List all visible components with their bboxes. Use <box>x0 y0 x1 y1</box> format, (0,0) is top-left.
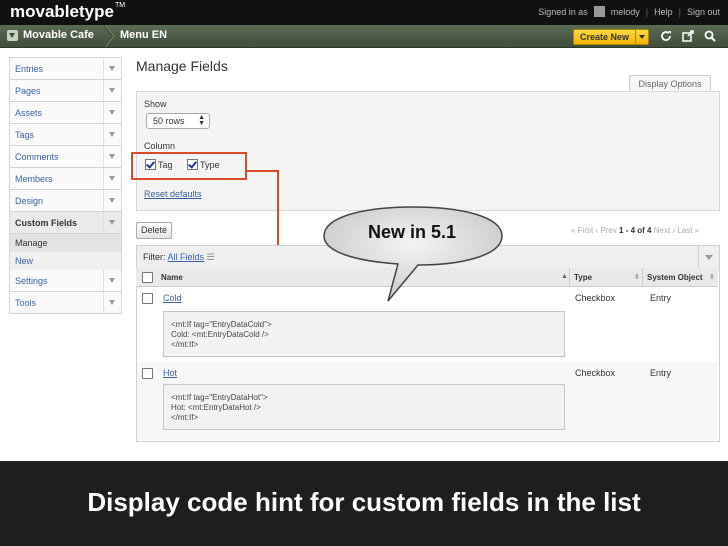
column-label: Column <box>144 141 176 151</box>
column-divider <box>642 268 643 286</box>
next-page-link[interactable]: Next › <box>654 226 675 235</box>
create-new-label: Create New <box>580 32 630 42</box>
code-line: </mt:If> <box>171 340 199 349</box>
column-header-system-object[interactable]: System Object <box>647 273 703 282</box>
code-hint: <mt:If tag="EntryDataHot"> Hot: <mt:Entr… <box>163 384 565 430</box>
chevron-down-icon[interactable] <box>103 102 121 123</box>
callout-bubble <box>323 206 503 302</box>
show-label: Show <box>144 99 167 109</box>
chevron-down-icon[interactable] <box>103 124 121 145</box>
signed-in-label: Signed in as <box>538 6 588 17</box>
sidebar-subitem-new[interactable]: New <box>9 252 122 270</box>
field-type: Checkbox <box>575 293 616 303</box>
chevron-down-icon[interactable] <box>103 270 121 291</box>
field-system-object: Entry <box>650 368 672 378</box>
chevron-down-icon <box>7 29 18 41</box>
search-icon[interactable] <box>704 30 716 42</box>
sort-icon[interactable]: ⬍ <box>634 273 640 281</box>
rows-select[interactable]: 50 rows ▲ ▼ <box>146 113 210 129</box>
annotation-line <box>247 170 279 172</box>
highlight-box <box>131 152 247 180</box>
sidebar-item-design[interactable]: Design <box>9 190 122 212</box>
column-header-name[interactable]: Name <box>161 273 183 282</box>
column-header-type[interactable]: Type <box>574 273 592 282</box>
filter-link[interactable]: All Fields <box>168 252 205 262</box>
sidebar-item-pages[interactable]: Pages <box>9 80 122 102</box>
prev-page-link[interactable]: ‹ Prev <box>595 226 616 235</box>
nav-bar: Movable Cafe Menu EN Create New <box>0 25 728 48</box>
sort-icon[interactable]: ⬍ <box>709 273 715 281</box>
field-type: Checkbox <box>575 368 616 378</box>
movabletype-logo[interactable]: movabletypeTM <box>10 2 125 22</box>
last-page-link[interactable]: Last » <box>677 226 699 235</box>
list-icon: ☰ <box>206 252 215 262</box>
sidebar-item-comments[interactable]: Comments <box>9 146 122 168</box>
updown-icon: ▲ ▼ <box>198 114 205 127</box>
callout-text: New in 5.1 <box>367 222 457 242</box>
first-page-link[interactable]: « First <box>571 226 593 235</box>
display-options-panel <box>136 91 720 211</box>
chevron-down-icon[interactable] <box>103 292 121 313</box>
view-site-icon[interactable] <box>682 30 694 42</box>
chevron-down-icon[interactable] <box>103 58 121 79</box>
divider: | <box>678 6 681 17</box>
refresh-icon[interactable] <box>660 30 672 42</box>
code-line: </mt:If> <box>171 413 199 422</box>
chevron-down-icon[interactable] <box>103 212 121 233</box>
sidebar-item-members[interactable]: Members <box>9 168 122 190</box>
filter-prefix: Filter: <box>143 252 166 262</box>
filter-label: Filter: All Fields ☰ <box>143 252 215 263</box>
blog-selector[interactable]: Movable Cafe <box>7 29 94 41</box>
sidebar-item-tags[interactable]: Tags <box>9 124 122 146</box>
row-checkbox[interactable] <box>142 368 153 379</box>
chevron-down-icon[interactable] <box>103 168 121 189</box>
chevron-down-icon[interactable] <box>698 246 719 268</box>
sidebar-item-settings[interactable]: Settings <box>9 270 122 292</box>
sidebar-item-entries[interactable]: Entries <box>9 57 122 80</box>
reset-defaults-link[interactable]: Reset defaults <box>144 189 202 199</box>
breadcrumb-separator-icon <box>103 25 115 47</box>
code-hint: <mt:If tag="EntryDataCold"> Cold: <mt:En… <box>163 311 565 357</box>
sort-asc-icon[interactable]: ▲ <box>561 273 568 280</box>
top-bar: movabletypeTM Signed in as melody | Help… <box>0 0 728 25</box>
sidebar-item-custom-fields[interactable]: Custom Fields <box>9 212 122 234</box>
field-name-link[interactable]: Cold <box>163 293 182 303</box>
code-line: <mt:If tag="EntryDataCold"> <box>171 320 272 329</box>
chevron-down-icon[interactable] <box>635 30 648 44</box>
chevron-down-icon[interactable] <box>103 80 121 101</box>
code-line: Hot: <mt:EntryDataHot /> <box>171 403 261 412</box>
pagination: « First ‹ Prev 1 - 4 of 4 Next › Last » <box>571 226 699 235</box>
sidebar-subitem-manage[interactable]: Manage <box>9 234 122 252</box>
select-all-checkbox[interactable] <box>142 272 153 283</box>
chevron-down-icon[interactable] <box>103 146 121 167</box>
sidebar: Entries Pages Assets Tags Comments Membe… <box>9 57 122 314</box>
nav-icons <box>660 30 716 42</box>
help-link[interactable]: Help <box>654 7 673 17</box>
field-name-link[interactable]: Hot <box>163 368 177 378</box>
divider: | <box>645 6 649 17</box>
create-new-button[interactable]: Create New <box>573 29 650 45</box>
column-divider <box>569 268 570 286</box>
user-links: Signed in as melody | Help | Sign out <box>538 6 720 17</box>
menu-breadcrumb[interactable]: Menu EN <box>120 29 167 41</box>
field-system-object: Entry <box>650 293 672 303</box>
row-checkbox[interactable] <box>142 293 153 304</box>
username-link[interactable]: melody <box>611 7 640 17</box>
code-line: Cold: <mt:EntryDataCold /> <box>171 330 269 339</box>
code-line: <mt:If tag="EntryDataHot"> <box>171 393 268 402</box>
sign-out-link[interactable]: Sign out <box>687 7 720 17</box>
caption-text: Display code hint for custom fields in t… <box>87 487 641 517</box>
rows-select-value: 50 rows <box>153 116 185 126</box>
chevron-down-icon[interactable] <box>103 190 121 211</box>
sidebar-item-assets[interactable]: Assets <box>9 102 122 124</box>
delete-button[interactable]: Delete <box>136 222 172 239</box>
page-title: Manage Fields <box>136 58 228 74</box>
page-range: 1 - 4 of 4 <box>619 226 652 235</box>
avatar <box>593 6 605 17</box>
blog-name: Movable Cafe <box>23 29 94 41</box>
sidebar-item-tools[interactable]: Tools <box>9 292 122 314</box>
